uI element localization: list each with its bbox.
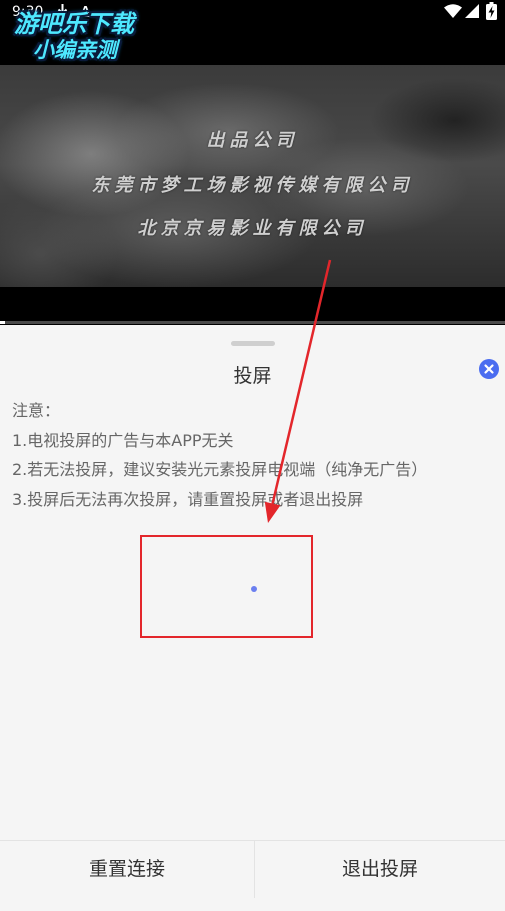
cast-notes: 注意： 1.电视投屏的广告与本APP无关 2.若无法投屏，建议安装光元素投屏电视… [12, 396, 497, 515]
drag-handle[interactable] [231, 341, 275, 346]
annotation-highlight-box [140, 535, 313, 638]
close-button[interactable] [479, 359, 499, 379]
note-item: 1.电视投屏的广告与本APP无关 [12, 430, 234, 450]
loading-dot-icon [251, 586, 257, 592]
seek-progress [0, 321, 6, 324]
reset-connection-button[interactable]: 重置连接 [0, 841, 254, 911]
cast-sheet: 投屏 注意： 1.电视投屏的广告与本APP无关 2.若无法投屏，建议安装光元素投… [0, 325, 505, 911]
wifi-icon [444, 4, 462, 18]
notes-heading: 注意： [12, 401, 61, 420]
credit-line: 东莞市梦工场影视传媒有限公司 [91, 175, 414, 196]
credit-line: 北京京易影业有限公司 [137, 218, 368, 239]
signal-icon [465, 4, 479, 18]
credit-line: 出品公司 [206, 130, 299, 151]
watermark-subtitle: 小编亲测 [33, 38, 117, 62]
seek-bar[interactable] [0, 321, 505, 324]
watermark-title: 游吧乐下载 [14, 10, 134, 38]
exit-cast-button[interactable]: 退出投屏 [255, 841, 505, 911]
sheet-title: 投屏 [233, 365, 272, 387]
close-icon [484, 364, 494, 374]
note-item: 2.若无法投屏，建议安装光元素投屏电视端（纯净无广告） [12, 460, 428, 480]
battery-icon [486, 2, 497, 20]
note-item: 3.投屏后无法再次投屏，请重置投屏或者退出投屏 [12, 490, 364, 510]
